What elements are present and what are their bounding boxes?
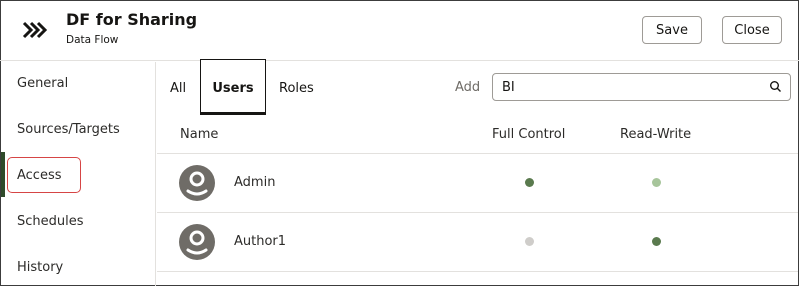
read-write-checkbox[interactable]: [652, 237, 661, 246]
close-button[interactable]: Close: [722, 16, 782, 44]
user-name: Author1: [234, 234, 287, 249]
tab-roles[interactable]: Roles: [279, 81, 314, 96]
sidebar-item-schedules[interactable]: Schedules: [17, 214, 84, 229]
active-indicator: [1, 152, 5, 197]
user-name: Admin: [234, 175, 276, 190]
sidebar-item-sources-targets[interactable]: Sources/Targets: [17, 122, 120, 137]
search-value: BI: [502, 80, 515, 95]
tab-all[interactable]: All: [170, 81, 186, 96]
tab-users-label: Users: [212, 81, 254, 96]
row-divider: [157, 271, 798, 272]
add-label: Add: [455, 80, 481, 95]
row-divider: [157, 212, 798, 213]
read-write-checkbox[interactable]: [652, 178, 661, 187]
tab-users[interactable]: Users: [200, 59, 266, 115]
column-header-full-control: Full Control: [492, 127, 566, 142]
full-control-checkbox[interactable]: [525, 178, 534, 187]
sidebar-item-access[interactable]: Access: [17, 168, 62, 183]
column-header-read-write: Read-Write: [620, 127, 692, 142]
chevrons-right-icon: [22, 21, 48, 39]
page-title: DF for Sharing: [66, 10, 198, 29]
avatar-icon: [179, 165, 215, 201]
search-icon[interactable]: [769, 80, 782, 93]
sidebar-item-general[interactable]: General: [17, 76, 68, 91]
page-header: DF for Sharing Data Flow Save Close: [0, 0, 799, 61]
full-control-checkbox[interactable]: [525, 237, 534, 246]
search-input[interactable]: BI: [492, 73, 791, 101]
column-header-name: Name: [180, 127, 219, 142]
sidebar-item-history[interactable]: History: [17, 260, 63, 275]
avatar-icon: [179, 224, 215, 260]
sidebar: General Sources/Targets Access Schedules…: [0, 62, 156, 286]
row-divider: [157, 153, 798, 154]
save-button[interactable]: Save: [642, 16, 702, 44]
page-subtitle: Data Flow: [66, 34, 119, 46]
